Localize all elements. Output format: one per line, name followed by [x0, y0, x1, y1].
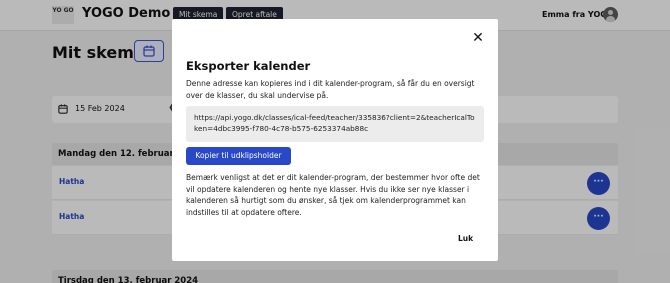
close-icon[interactable]: ✕: [471, 31, 485, 45]
dialog-note: Bemærk venligst at det er dit kalender-p…: [186, 173, 480, 217]
copy-to-clipboard-button[interactable]: Kopier til udklipsholder: [186, 147, 291, 165]
dialog-title: Eksporter kalender: [186, 59, 311, 73]
calendar-feed-url[interactable]: https://api.yogo.dk/classes/ical-feed/te…: [186, 106, 484, 142]
dialog-description: Denne adresse kan kopieres ind i dit kal…: [186, 79, 475, 100]
close-button[interactable]: Luk: [458, 234, 473, 243]
export-calendar-dialog: ✕ Eksporter kalender Denne adresse kan k…: [172, 19, 498, 261]
